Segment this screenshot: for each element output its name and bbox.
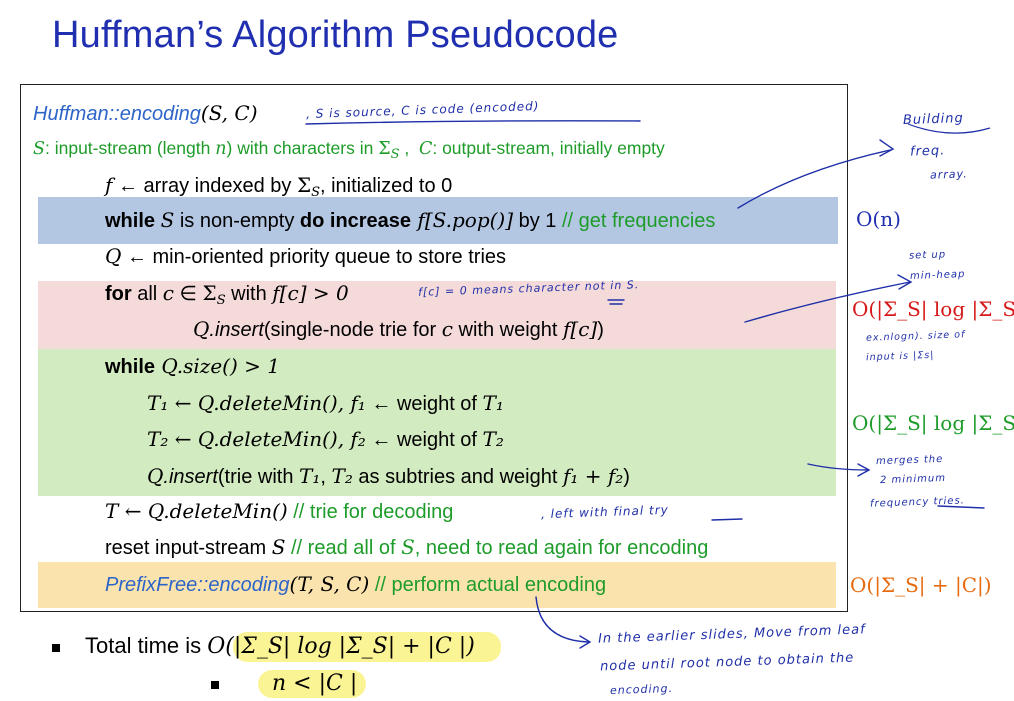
underline-tries [937,505,985,509]
underline-building [907,123,991,134]
underline-try [711,518,743,521]
underline-source-code [305,120,641,125]
strike-not [607,299,625,305]
arrow-earlier-slides [535,596,589,643]
annotation-strokes [305,120,991,649]
arrowhead-building [879,139,895,157]
arrow-min-heap [744,281,911,323]
arrow-building-freq [737,149,891,209]
